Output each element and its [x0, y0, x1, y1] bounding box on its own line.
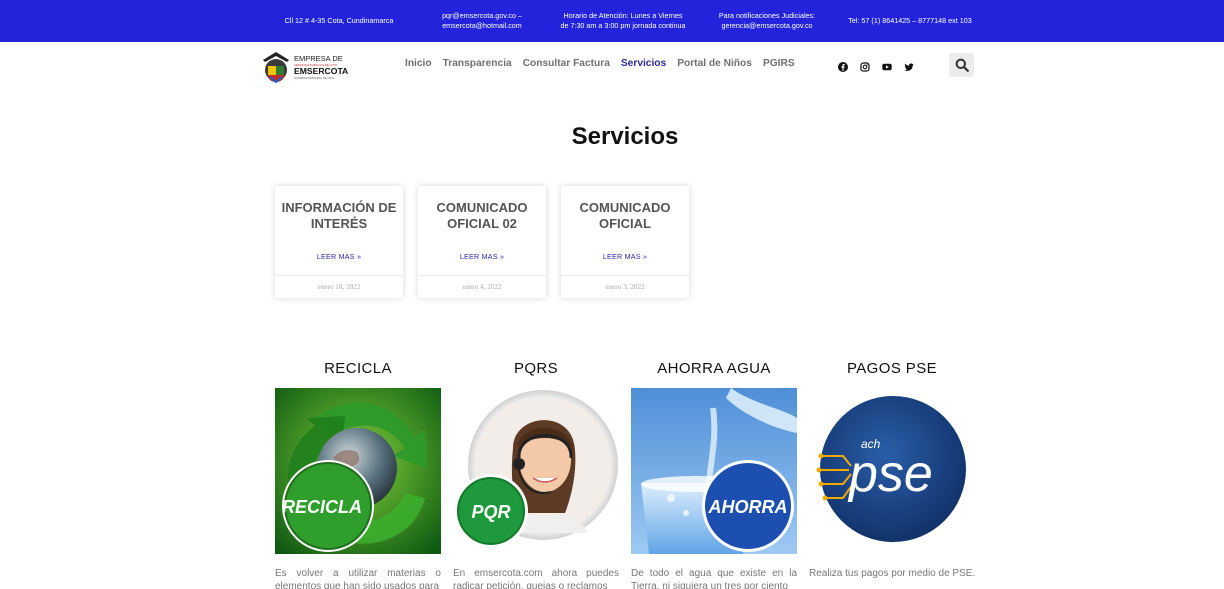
pqr-badge-text: PQR: [471, 502, 510, 522]
post-card-title[interactable]: INFORMACIÓN DE INTERÉS: [281, 200, 397, 232]
social-links: [838, 59, 914, 72]
post-card-date: enero 3, 2022: [561, 275, 689, 298]
hours-line-2: de 7:30 am a 3:00 pm jornada continua: [560, 21, 686, 30]
address-text: Cll 12 # 4-35 Cota, Cundinamarca: [284, 15, 394, 25]
site-logo[interactable]: EMPRESA DE SERVICIOS PUBLICOS DE COTA EM…: [260, 50, 356, 86]
logo-line-4: SOCIEDAD MUNICIPAL DE COTA: [294, 76, 334, 80]
logo-line-3: EMSERCOTA: [294, 66, 348, 76]
phone-info: Tel: 57 (1) 8641425 – 8777148 ext 103: [838, 0, 982, 42]
search-icon: [955, 58, 969, 72]
ahorra-agua-image[interactable]: AHORRA: [631, 388, 797, 554]
post-card-date: enero 4, 2022: [418, 275, 546, 298]
ahorra-badge-text: AHORRA: [708, 497, 788, 517]
post-card-date: enero 18, 2022: [275, 275, 403, 298]
facebook-icon[interactable]: [838, 59, 848, 72]
main-nav: Inicio Transparencia Consultar Factura S…: [405, 58, 795, 69]
judicial-line-2[interactable]: gerencia@emsercota.gov.co: [721, 21, 812, 32]
recicla-badge-text: RECICLA: [282, 497, 362, 517]
judicial-line-1: Para notificaciones Judiciales:: [718, 10, 816, 20]
service-title-pagos-pse: PAGOS PSE: [846, 360, 938, 377]
instagram-icon[interactable]: [860, 59, 870, 72]
top-info-bar: Cll 12 # 4-35 Cota, Cundinamarca pqr@ems…: [0, 0, 1224, 42]
hours-info: Horario de Atención: Lunes a Viernes de …: [552, 0, 694, 42]
post-card[interactable]: COMUNICADO OFICIAL LEER MAS » enero 3, 2…: [561, 186, 689, 298]
nav-inicio[interactable]: Inicio: [405, 58, 432, 69]
pse-badge-text: pse: [847, 445, 933, 503]
youtube-icon[interactable]: [882, 59, 892, 71]
service-desc-pqrs: En emsercota.com ahora puedes radicar pe…: [453, 568, 619, 589]
twitter-icon[interactable]: [904, 59, 914, 71]
nav-servicios[interactable]: Servicios: [621, 58, 666, 69]
service-desc-pagos-pse: Realiza tus pagos por medio de PSE.: [809, 568, 976, 579]
address-info: Cll 12 # 4-35 Cota, Cundinamarca: [268, 0, 410, 42]
judicial-info: Para notificaciones Judiciales: gerencia…: [703, 0, 831, 42]
service-title-ahorra-agua: AHORRA AGUA: [657, 360, 771, 377]
post-card-title[interactable]: COMUNICADO OFICIAL 02: [424, 200, 540, 232]
logo-emblem-icon: EMPRESA DE SERVICIOS PUBLICOS DE COTA EM…: [263, 52, 348, 84]
hours-line-1: Horario de Atención: Lunes a Viernes: [563, 10, 683, 20]
nav-consultar-factura[interactable]: Consultar Factura: [523, 58, 610, 69]
page-title: Servicios: [571, 123, 679, 150]
post-card-title[interactable]: COMUNICADO OFICIAL: [567, 200, 683, 232]
phone-text: Tel: 57 (1) 8641425 – 8777148 ext 103: [848, 15, 972, 25]
read-more-link[interactable]: LEER MAS »: [561, 252, 689, 261]
service-desc-recicla: Es volver a utilizar materias o elemento…: [275, 568, 441, 589]
service-title-pqrs: PQRS: [513, 360, 559, 377]
logo-line-1: EMPRESA DE: [294, 54, 343, 63]
search-button[interactable]: [949, 53, 974, 77]
post-card[interactable]: INFORMACIÓN DE INTERÉS LEER MAS » enero …: [275, 186, 403, 298]
pqrs-image[interactable]: PQR: [453, 388, 619, 554]
recicla-image[interactable]: RECICLA: [275, 388, 441, 554]
service-title-recicla: RECICLA: [324, 360, 392, 377]
post-card[interactable]: COMUNICADO OFICIAL 02 LEER MAS » enero 4…: [418, 186, 546, 298]
nav-portal-ninos[interactable]: Portal de Niños: [677, 58, 752, 69]
read-more-link[interactable]: LEER MAS »: [418, 252, 546, 261]
email-line-2[interactable]: emsercota@hotmail.com: [442, 21, 522, 32]
pagos-pse-image[interactable]: ach pse: [809, 388, 975, 554]
nav-transparencia[interactable]: Transparencia: [443, 58, 512, 69]
nav-pgirs[interactable]: PGIRS: [763, 58, 795, 69]
email-info[interactable]: pqr@emsercota.gov.co – emsercota@hotmail…: [420, 0, 544, 42]
read-more-link[interactable]: LEER MAS »: [275, 252, 403, 261]
service-desc-ahorra-agua: De todo el agua que existe en la Tierra,…: [631, 568, 797, 589]
email-line-1[interactable]: pqr@emsercota.gov.co –: [442, 11, 522, 22]
